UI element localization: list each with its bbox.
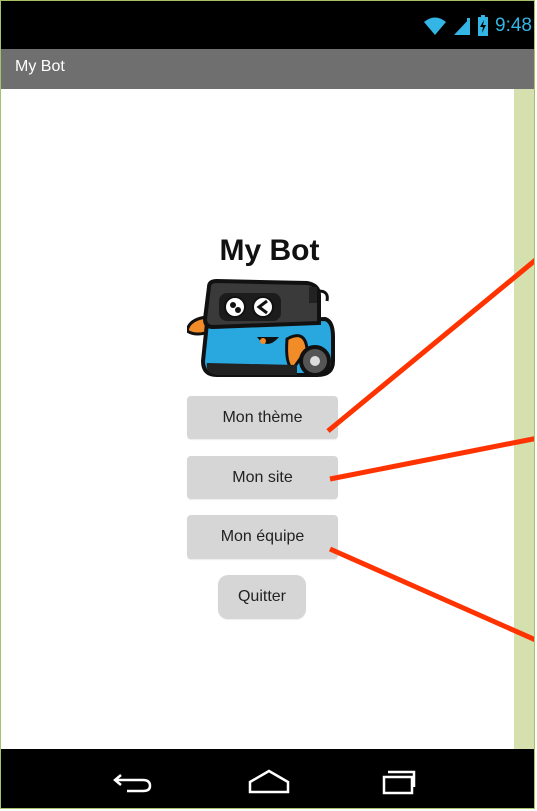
app-frame: 9:48 My Bot My Bot Mon thème Mon site Mo…	[0, 0, 535, 809]
robot-logo-image	[187, 279, 335, 377]
quitter-button-label: Quitter	[237, 588, 286, 605]
quitter-button[interactable]: Quitter	[218, 575, 306, 619]
back-icon[interactable]	[113, 771, 153, 793]
mon-theme-button-label: Mon thème	[222, 408, 303, 426]
signal-icon	[454, 18, 471, 35]
mon-site-button[interactable]: Mon site	[187, 456, 338, 499]
title-bar: My Bot	[1, 49, 534, 89]
home-icon[interactable]	[247, 769, 291, 795]
status-icons: 9:48	[423, 13, 532, 39]
mon-site-button-label: Mon site	[232, 468, 293, 486]
navigation-bar	[1, 749, 534, 808]
page-title: My Bot	[219, 234, 320, 267]
wifi-icon	[424, 17, 447, 35]
mon-equipe-button-label: Mon équipe	[220, 528, 305, 545]
app-title-bar-text: My Bot	[15, 58, 65, 75]
right-green-strip	[514, 89, 534, 749]
mon-theme-button[interactable]: Mon thème	[187, 396, 338, 439]
recents-icon[interactable]	[381, 769, 417, 795]
status-time: 9:48	[495, 15, 532, 36]
mon-equipe-button[interactable]: Mon équipe	[187, 515, 338, 559]
battery-icon	[478, 15, 489, 36]
status-bar: 9:48	[1, 1, 534, 49]
